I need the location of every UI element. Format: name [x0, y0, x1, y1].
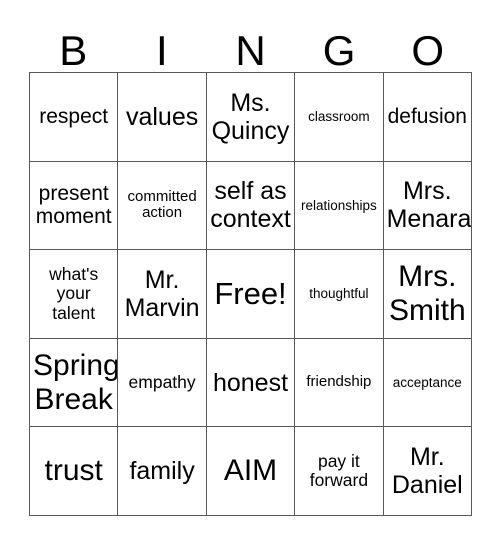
bingo-cell[interactable]: Free! — [206, 250, 296, 339]
bingo-cell-label: committed action — [127, 187, 197, 222]
bingo-cell-label: relationships — [300, 197, 377, 213]
bingo-header-cell-i: I — [118, 14, 207, 72]
bingo-cell-label: Ms. Quincy — [211, 88, 290, 145]
bingo-cell-label: family — [129, 457, 195, 486]
bingo-cell-label: pay it forward — [309, 450, 369, 491]
bingo-cell[interactable]: pay it forward — [295, 427, 384, 516]
bingo-cell[interactable]: friendship — [295, 338, 384, 428]
bingo-cell[interactable]: committed action — [118, 161, 207, 251]
bingo-cell[interactable]: Ms. Quincy — [206, 73, 296, 162]
bingo-grid: respect values Ms. Quincy classroom defusion… — [29, 72, 472, 516]
bingo-cell[interactable]: family — [118, 427, 207, 516]
bingo-cell[interactable]: Mrs. Smith — [383, 250, 472, 339]
bingo-cell[interactable]: what's your talent — [30, 250, 119, 339]
bingo-cell[interactable]: honest — [206, 338, 296, 428]
bingo-cell[interactable]: classroom — [295, 73, 384, 162]
bingo-cell[interactable]: thoughtful — [295, 250, 384, 339]
bingo-cell-label: AIM — [223, 454, 278, 488]
bingo-card: B I N G O respect values Ms. Quincy classroom de… — [29, 14, 472, 516]
bingo-cell-label: values — [125, 102, 199, 131]
bingo-cell-label: Spring Break — [33, 348, 119, 416]
bingo-cell-label: Mr. Daniel — [391, 443, 463, 500]
bingo-header-cell-g: G — [295, 14, 384, 72]
bingo-cell[interactable]: acceptance — [383, 338, 472, 428]
bingo-cell-label: Mrs. Smith — [388, 260, 466, 327]
bingo-cell-label: friendship — [306, 373, 372, 391]
bingo-cell-label: present moment — [35, 181, 112, 229]
bingo-header-cell-o: O — [383, 14, 472, 72]
bingo-header-row: BINGO — [29, 14, 472, 72]
bingo-cell-label: trust — [44, 454, 103, 488]
bingo-cell-label: Free! — [214, 275, 287, 311]
bingo-cell-label: acceptance — [392, 375, 462, 391]
bingo-cell[interactable]: respect — [30, 73, 119, 162]
bingo-cell-label: classroom — [308, 109, 370, 125]
bingo-header-letter: I — [156, 27, 168, 74]
bingo-header-letter: O — [411, 27, 445, 74]
bingo-cell-label: respect — [39, 105, 109, 129]
bingo-cell-label: defusion — [387, 105, 467, 129]
bingo-cell-label: what's your talent — [49, 263, 99, 323]
bingo-header-letter: N — [235, 27, 266, 74]
bingo-cell[interactable]: self as context — [206, 161, 296, 251]
bingo-header-cell-b: B — [29, 14, 118, 72]
bingo-header-letter: B — [59, 27, 88, 74]
bingo-cell[interactable]: values — [118, 73, 207, 162]
bingo-cell[interactable]: Spring Break — [30, 338, 119, 428]
bingo-cell[interactable]: trust — [30, 427, 119, 516]
bingo-cell-label: honest — [212, 368, 289, 397]
bingo-header-letter: G — [322, 27, 356, 74]
bingo-cell[interactable]: AIM — [206, 427, 296, 516]
bingo-cell[interactable]: relationships — [295, 161, 384, 251]
bingo-cell-label: Mrs. Menara — [386, 177, 472, 234]
bingo-cell-label: self as context — [210, 177, 291, 234]
bingo-cell[interactable]: Mr. Daniel — [383, 427, 472, 516]
bingo-header-cell-n: N — [206, 14, 295, 72]
bingo-cell-label: thoughtful — [309, 286, 369, 302]
bingo-cell[interactable]: empathy — [118, 338, 207, 428]
bingo-cell-label: empathy — [128, 371, 196, 392]
bingo-cell[interactable]: Mrs. Menara — [383, 161, 472, 251]
bingo-cell[interactable]: present moment — [30, 161, 119, 251]
bingo-cell-label: Mr. Marvin — [124, 265, 200, 322]
bingo-cell[interactable]: Mr. Marvin — [118, 250, 207, 339]
bingo-cell[interactable]: defusion — [383, 73, 472, 162]
